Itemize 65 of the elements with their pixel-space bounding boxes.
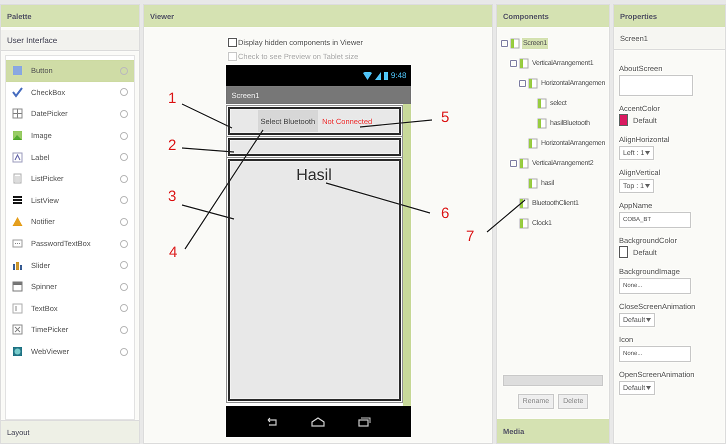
help-icon[interactable] bbox=[120, 282, 128, 291]
component-icon bbox=[519, 58, 529, 68]
warning-icon bbox=[12, 216, 23, 228]
help-icon[interactable] bbox=[120, 110, 128, 118]
annotation-number: 6 bbox=[441, 205, 450, 222]
horizontal-scrollbar[interactable] bbox=[503, 375, 603, 386]
spinner-icon bbox=[12, 281, 23, 292]
caret-icon bbox=[645, 151, 650, 155]
component-icon bbox=[519, 198, 529, 208]
color-swatch[interactable] bbox=[619, 246, 628, 258]
annotation-number: 2 bbox=[168, 137, 176, 154]
caret-icon bbox=[646, 318, 652, 322]
checkbox[interactable] bbox=[228, 38, 237, 46]
component-icon bbox=[519, 218, 529, 228]
help-icon[interactable] bbox=[120, 326, 128, 334]
component-icon bbox=[519, 158, 529, 168]
list-icon bbox=[12, 173, 23, 184]
help-icon[interactable] bbox=[120, 66, 128, 75]
annotation-number: 5 bbox=[441, 109, 450, 126]
result-label: Hasil bbox=[296, 167, 332, 186]
help-icon[interactable] bbox=[120, 88, 128, 96]
annotation-number: 1 bbox=[168, 90, 176, 107]
back-icon bbox=[265, 416, 279, 426]
image-icon bbox=[12, 130, 23, 142]
collapse-toggle[interactable] bbox=[519, 80, 526, 86]
slider-icon bbox=[12, 260, 23, 271]
collapse-toggle[interactable] bbox=[501, 40, 508, 46]
signal-icon bbox=[374, 72, 381, 80]
clock-time: 9:48 bbox=[390, 71, 406, 80]
section-header[interactable]: User Interface bbox=[1, 30, 139, 51]
home-icon bbox=[311, 416, 325, 426]
component-icon bbox=[537, 118, 547, 128]
password-icon bbox=[12, 238, 23, 250]
button-icon bbox=[12, 65, 23, 76]
help-icon[interactable] bbox=[120, 132, 128, 140]
wifi-icon bbox=[362, 72, 372, 80]
component-icon bbox=[528, 138, 538, 148]
annotation-number: 3 bbox=[168, 188, 176, 205]
help-icon[interactable] bbox=[120, 218, 128, 226]
help-icon[interactable] bbox=[120, 196, 128, 204]
component-icon bbox=[537, 98, 547, 108]
battery-icon bbox=[384, 72, 388, 80]
annotation-number: 7 bbox=[466, 228, 474, 245]
text-area[interactable] bbox=[619, 75, 693, 96]
collapse-toggle[interactable] bbox=[510, 160, 517, 166]
component-icon bbox=[528, 178, 538, 188]
help-icon[interactable] bbox=[120, 174, 128, 183]
checkbox-icon bbox=[12, 86, 23, 98]
help-icon[interactable] bbox=[120, 304, 128, 312]
textbox-icon bbox=[12, 302, 23, 314]
collapse-toggle[interactable] bbox=[510, 60, 517, 66]
help-icon[interactable] bbox=[120, 240, 128, 248]
caret-icon bbox=[645, 184, 650, 188]
help-icon[interactable] bbox=[120, 153, 128, 162]
annotation-number: 4 bbox=[169, 244, 178, 261]
help-icon[interactable] bbox=[120, 261, 128, 270]
list-icon bbox=[12, 194, 23, 206]
color-swatch[interactable] bbox=[619, 114, 628, 126]
label-icon bbox=[12, 152, 23, 163]
recent-apps-icon bbox=[357, 416, 371, 426]
component-icon bbox=[528, 78, 538, 88]
caret-icon bbox=[646, 386, 652, 390]
help-icon[interactable] bbox=[120, 348, 128, 356]
leader-line bbox=[486, 200, 526, 232]
component-icon bbox=[510, 38, 520, 48]
